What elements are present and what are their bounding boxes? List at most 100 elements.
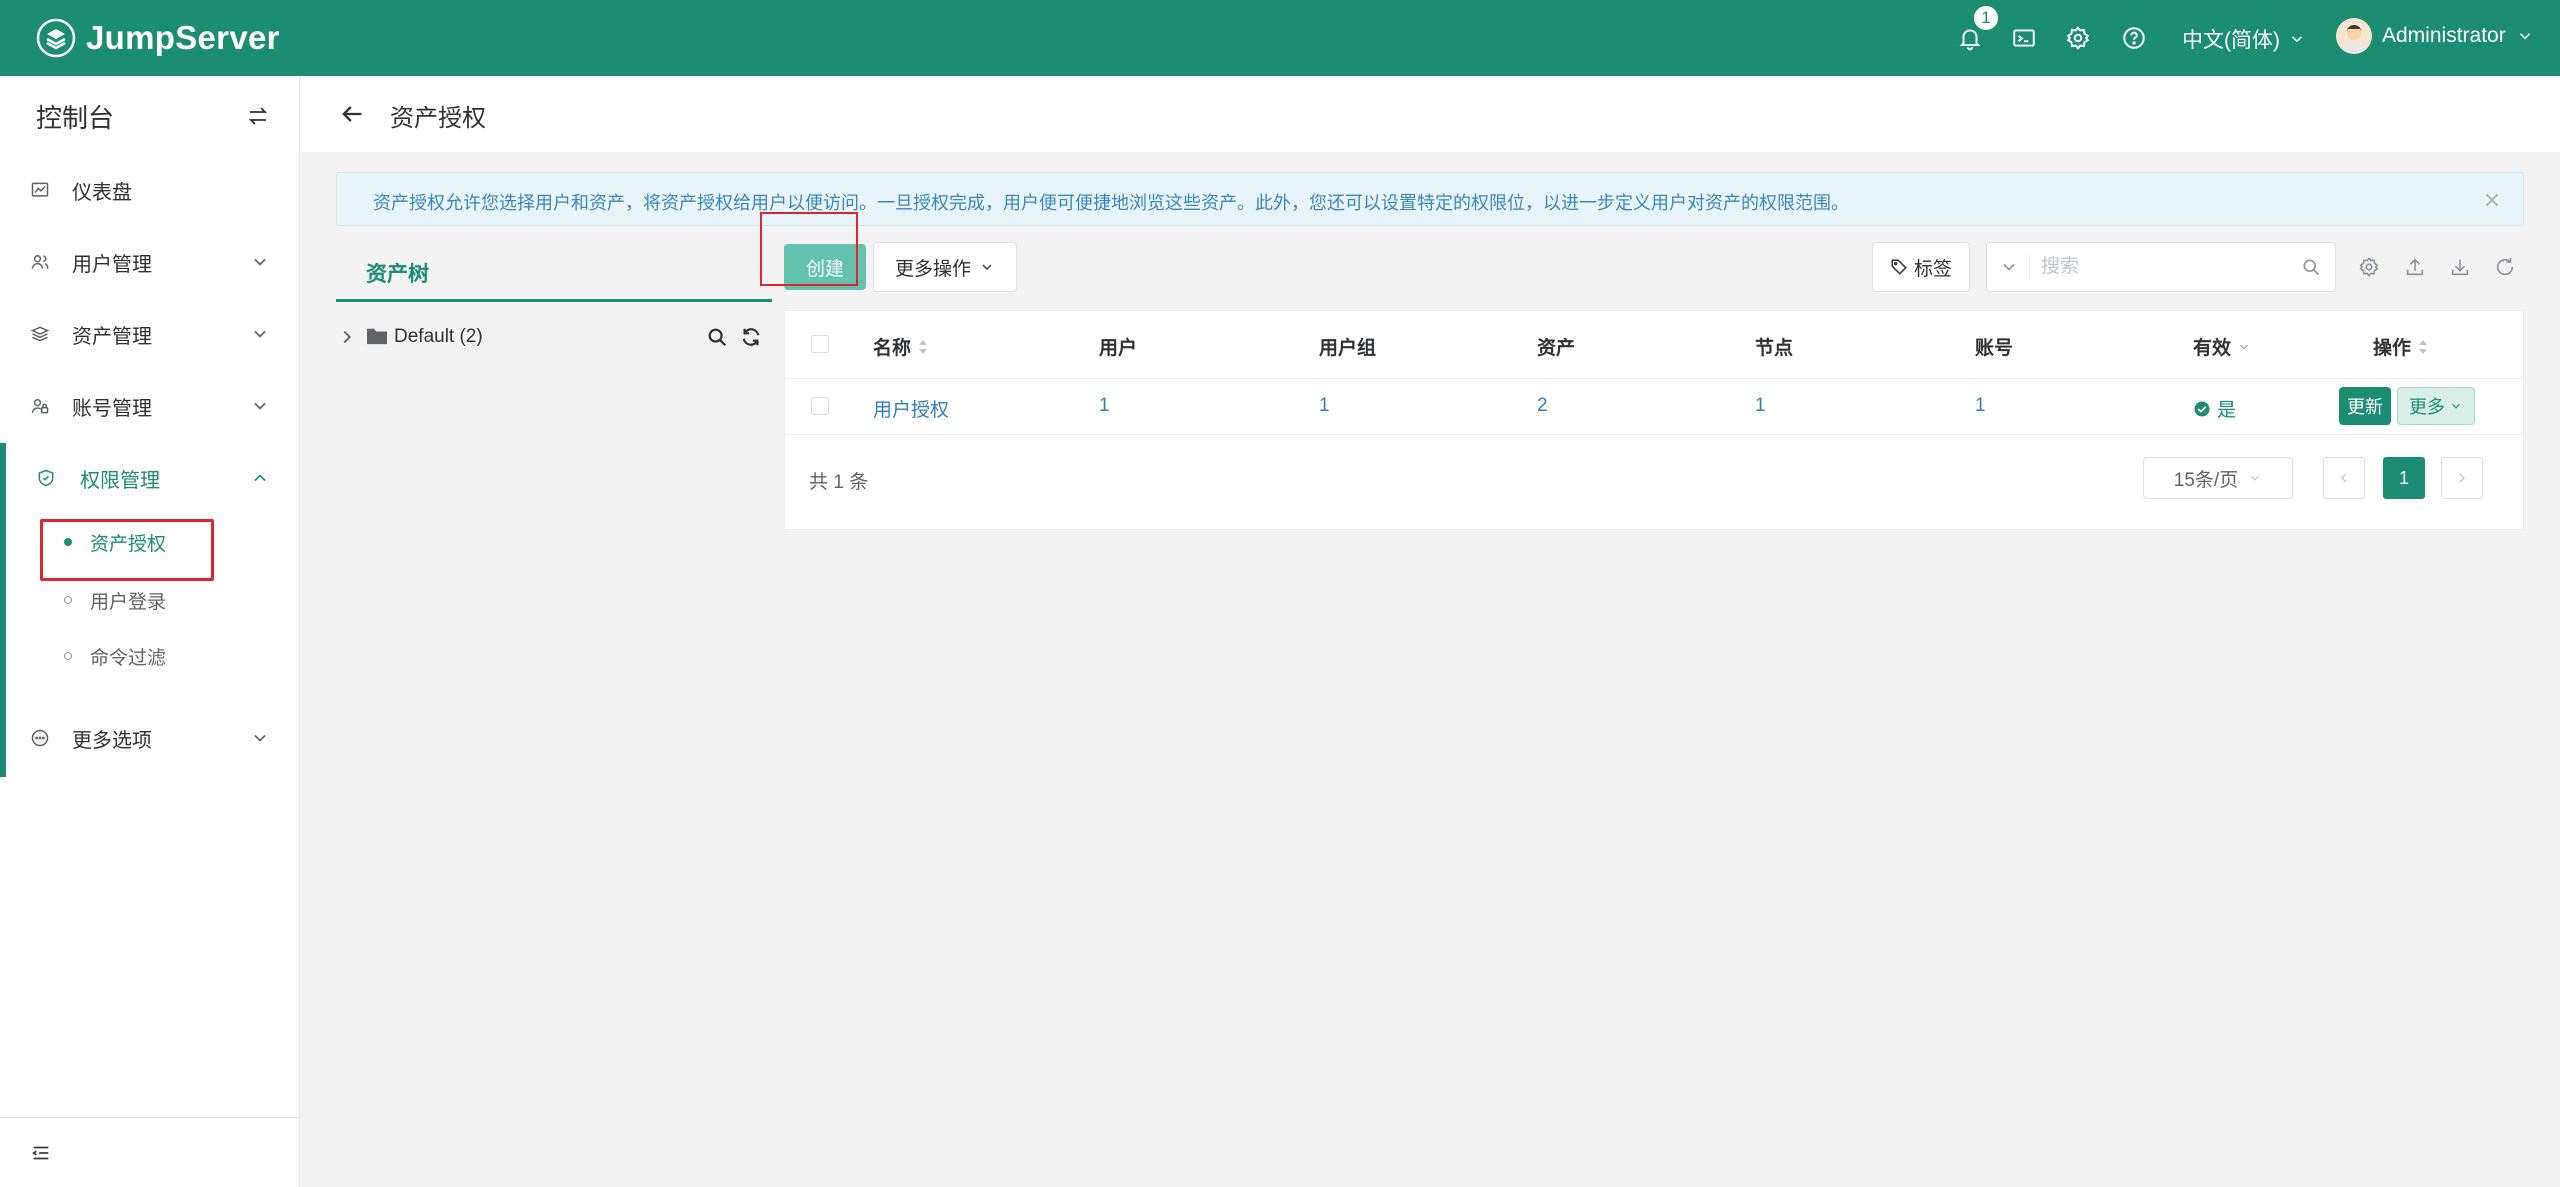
search-icon[interactable] xyxy=(2301,257,2321,277)
chevron-down-icon xyxy=(982,264,992,270)
help-icon xyxy=(2123,27,2145,49)
sidebar-item-users[interactable]: 用户管理 xyxy=(0,234,300,290)
sidebar-item-more-options[interactable]: 更多选项 xyxy=(0,710,300,766)
folder-icon xyxy=(367,328,387,345)
shield-icon xyxy=(34,466,58,490)
sidebar-item-label: 账号管理 xyxy=(72,397,152,420)
sidebar-item-label: 用户管理 xyxy=(72,253,152,276)
valid-status: 是 xyxy=(2193,395,2236,422)
chevron-down-icon xyxy=(254,330,266,338)
tree-node-label[interactable]: Default (2) xyxy=(394,326,483,348)
language-selector[interactable]: 中文(简体) xyxy=(2182,24,2306,54)
page-size-select[interactable]: 15条/页 xyxy=(2143,457,2293,499)
brand[interactable]: JumpServer xyxy=(36,16,280,60)
notifications-button[interactable]: 1 xyxy=(1954,4,2000,54)
sidebar-item-label: 权限管理 xyxy=(80,469,160,492)
sidebar-item-dashboard[interactable]: 仪表盘 xyxy=(0,162,300,218)
check-circle-icon xyxy=(2194,401,2210,416)
column-valid[interactable]: 有效 xyxy=(2193,333,2251,360)
nodes-count[interactable]: 1 xyxy=(1755,395,1766,417)
sidebar-subitem-user-login[interactable]: 用户登录 xyxy=(36,576,216,624)
page-number[interactable]: 1 xyxy=(2383,457,2425,499)
brand-name: JumpServer xyxy=(86,19,280,56)
settings-icon xyxy=(2066,26,2090,50)
column-label: 操作 xyxy=(2373,338,2412,359)
permissions-table: 名称 用户 用户组 资产 节点 账号 有效 操作 用户授权 1 1 2 1 1 … xyxy=(784,310,2524,530)
settings-icon[interactable] xyxy=(2358,256,2380,278)
chevron-down-icon xyxy=(2452,403,2460,409)
column-name[interactable]: 名称 xyxy=(873,333,929,360)
chevron-down-icon[interactable] xyxy=(1999,257,2019,277)
next-page-button[interactable] xyxy=(2441,457,2483,499)
sidebar: 控制台 仪表盘 用户管理 资产管理 账号管理 权限管理 资产授权 用户登录 命令… xyxy=(0,76,300,1187)
prev-page-button[interactable] xyxy=(2323,457,2365,499)
select-all-checkbox[interactable] xyxy=(811,335,829,353)
column-assets: 资产 xyxy=(1537,338,1576,359)
bullet-icon xyxy=(64,652,72,660)
row-checkbox[interactable] xyxy=(811,397,829,415)
collapse-sidebar-icon[interactable] xyxy=(30,1142,52,1164)
download-icon[interactable] xyxy=(2449,256,2471,278)
sidebar-item-accounts[interactable]: 账号管理 xyxy=(0,378,300,434)
back-arrow-icon[interactable] xyxy=(338,100,366,128)
search-box xyxy=(1986,242,2336,292)
users-count[interactable]: 1 xyxy=(1099,395,1110,417)
permission-name-link[interactable]: 用户授权 xyxy=(873,395,949,422)
chevron-down-icon xyxy=(2291,36,2303,43)
refresh-icon[interactable] xyxy=(2494,256,2516,278)
terminal-icon xyxy=(2013,29,2035,47)
chevron-down-icon xyxy=(2251,475,2260,481)
valid-label: 是 xyxy=(2217,400,2237,421)
sort-icon xyxy=(919,339,928,354)
sidebar-item-permissions[interactable]: 权限管理 xyxy=(0,450,300,506)
tag-label: 标签 xyxy=(1913,258,1952,280)
language-label: 中文(简体) xyxy=(2182,29,2280,52)
chevron-right-icon[interactable] xyxy=(336,326,358,348)
refresh-icon[interactable] xyxy=(740,326,762,348)
upload-icon[interactable] xyxy=(2404,256,2426,278)
table-header: 名称 用户 用户组 资产 节点 账号 有效 操作 xyxy=(785,311,2523,379)
selection-highlight xyxy=(40,519,214,581)
accounts-count[interactable]: 1 xyxy=(1975,395,1986,417)
sort-icon xyxy=(2419,339,2428,354)
tag-filter-button[interactable]: 标签 xyxy=(1872,242,1970,292)
help-button[interactable] xyxy=(2118,22,2150,54)
sidebar-item-assets[interactable]: 资产管理 xyxy=(0,306,300,362)
column-label: 有效 xyxy=(2193,338,2232,359)
sidebar-item-label: 仪表盘 xyxy=(72,181,132,204)
sidebar-item-label: 资产管理 xyxy=(72,325,152,348)
update-button[interactable]: 更新 xyxy=(2339,387,2391,425)
column-nodes: 节点 xyxy=(1755,338,1794,359)
column-actions[interactable]: 操作 xyxy=(2373,333,2429,360)
more-icon xyxy=(28,726,52,750)
top-header: JumpServer 1 中文(简体) Administrator xyxy=(0,0,2560,76)
total-count: 共 1 条 xyxy=(809,472,869,493)
search-icon[interactable] xyxy=(706,326,728,348)
close-icon[interactable] xyxy=(2481,189,2503,211)
column-user-groups: 用户组 xyxy=(1319,338,1377,359)
chevron-left-icon xyxy=(2341,473,2347,483)
page-title: 资产授权 xyxy=(390,105,486,132)
accounts-icon xyxy=(28,394,52,418)
notification-badge: 1 xyxy=(1972,4,2000,32)
tab-asset-tree[interactable]: 资产树 xyxy=(336,246,772,302)
page-header: 资产授权 xyxy=(300,76,2560,152)
switch-view-icon[interactable] xyxy=(246,104,270,128)
user-groups-count[interactable]: 1 xyxy=(1319,395,1330,417)
avatar xyxy=(2336,18,2372,54)
column-users: 用户 xyxy=(1099,338,1138,359)
assets-count[interactable]: 2 xyxy=(1537,395,1548,417)
more-actions-button[interactable]: 更多操作 xyxy=(873,242,1017,292)
user-avatar-icon xyxy=(2336,18,2372,54)
sidebar-subitem-command-filter[interactable]: 命令过滤 xyxy=(36,632,216,680)
sidebar-subitem-label: 用户登录 xyxy=(90,591,167,613)
web-terminal-button[interactable] xyxy=(2008,22,2040,54)
search-input[interactable] xyxy=(2041,251,2281,283)
more-button[interactable]: 更多 xyxy=(2397,387,2475,425)
settings-button[interactable] xyxy=(2062,22,2094,54)
tree-node-default[interactable]: Default (2) xyxy=(336,318,772,358)
more-actions-label: 更多操作 xyxy=(894,258,971,280)
user-menu[interactable]: Administrator xyxy=(2336,18,2534,54)
jumpserver-logo-icon xyxy=(36,18,76,58)
sidebar-footer xyxy=(0,1117,300,1187)
